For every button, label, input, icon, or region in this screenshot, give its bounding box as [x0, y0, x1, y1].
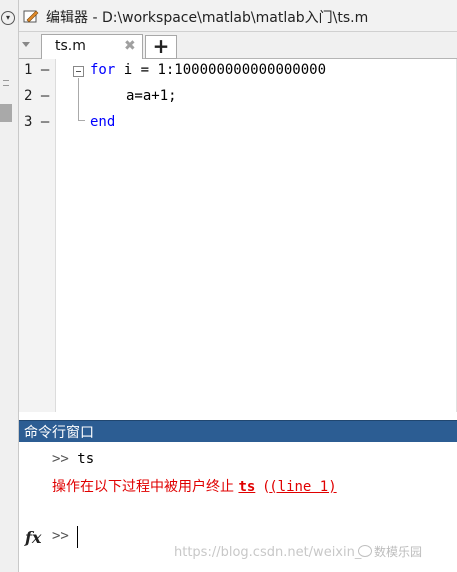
- line-number-gutter: 1 — 2 — 3 —: [19, 59, 56, 412]
- error-line-link[interactable]: (line 1): [269, 479, 336, 495]
- history-line: >> ts: [52, 451, 95, 467]
- editor-icon: [23, 10, 39, 23]
- tab-list-dropdown-icon[interactable]: [22, 42, 30, 47]
- command-prompt: >>: [52, 528, 69, 544]
- error-message: 操作在以下过程中被用户终止 ts ((line 1): [52, 479, 337, 495]
- close-icon[interactable]: ✖: [124, 38, 136, 54]
- command-window-title: 命令行窗口: [24, 425, 94, 441]
- panel-scroll-thumb[interactable]: [0, 104, 12, 122]
- code-editor[interactable]: 1 — 2 — 3 — for i = 1:100000000000000000…: [19, 59, 457, 412]
- line-number: 2 —: [24, 88, 50, 104]
- command-window[interactable]: >> ts 操作在以下过程中被用户终止 ts ((line 1) fx >> h…: [19, 442, 457, 572]
- fx-function-browser-icon[interactable]: fx: [25, 528, 41, 547]
- command-window-titlebar: 命令行窗口: [19, 420, 457, 442]
- left-panel-strip: ▾: [0, 0, 19, 572]
- watermark-url: https://blog.csdn.net/weixin_: [174, 545, 362, 560]
- wechat-icon: [358, 545, 372, 557]
- code-line-1: for i = 1:100000000000000000: [90, 62, 327, 78]
- drag-handle-icon[interactable]: [3, 80, 9, 86]
- add-tab-button[interactable]: +: [145, 35, 177, 59]
- error-function-link[interactable]: ts: [238, 479, 255, 495]
- line-number: 1 —: [24, 62, 50, 78]
- code-line-2: a=a+1;: [126, 88, 177, 104]
- panel-menu-icon[interactable]: ▾: [1, 11, 15, 25]
- fold-guide: [78, 78, 79, 120]
- editor-title: 编辑器 - D:\workspace\matlab\matlab入门\ts.m: [46, 10, 369, 26]
- editor-titlebar: 编辑器 - D:\workspace\matlab\matlab入门\ts.m: [19, 0, 457, 32]
- fold-guide-end: [78, 120, 85, 121]
- tab-ts-m[interactable]: ts.m ✖: [41, 34, 143, 59]
- text-cursor: [77, 526, 78, 548]
- fold-toggle-icon[interactable]: [73, 66, 84, 77]
- editor-tab-bar: ts.m ✖ +: [19, 32, 457, 59]
- code-line-3: end: [90, 114, 116, 130]
- line-number: 3 —: [24, 114, 50, 130]
- tab-label: ts.m: [55, 38, 86, 54]
- watermark-brand: 数模乐园: [374, 545, 423, 559]
